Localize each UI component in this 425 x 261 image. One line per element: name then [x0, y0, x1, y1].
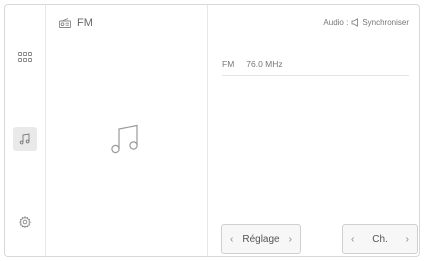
source-title: FM [77, 17, 93, 29]
chevron-left-icon: ‹ [351, 233, 355, 245]
screen-frame: FM Audio : Synchroniser FM 76.0 MHz ‹ Ré… [4, 4, 420, 257]
station-band: FM [222, 59, 235, 69]
side-rail [5, 5, 46, 256]
grid-icon [18, 52, 32, 62]
chevron-right-icon: › [405, 233, 409, 245]
chevron-left-icon: ‹ [230, 233, 234, 245]
audio-sync-control[interactable]: Audio : Synchroniser [323, 18, 409, 27]
apps-menu-button[interactable] [13, 45, 37, 69]
audio-label: Audio : [323, 18, 349, 27]
chevron-right-icon: › [288, 233, 292, 245]
radio-icon [59, 18, 71, 28]
station-frequency: 76.0 MHz [246, 59, 283, 69]
channel-button[interactable]: ‹ Ch. › [342, 224, 418, 254]
sync-label: Synchroniser [362, 18, 409, 27]
tune-label: Réglage [242, 233, 280, 245]
gear-icon [19, 216, 31, 228]
radio-detail-panel: Audio : Synchroniser FM 76.0 MHz ‹ Régla… [208, 5, 419, 256]
source-header: FM [59, 17, 93, 29]
music-note-icon [111, 124, 138, 154]
tune-button[interactable]: ‹ Réglage › [221, 224, 301, 254]
station-info-row: FM 76.0 MHz [222, 59, 409, 76]
channel-label: Ch. [372, 233, 388, 245]
speaker-icon [351, 18, 359, 27]
audio-menu-button[interactable] [13, 127, 37, 151]
settings-menu-button[interactable] [13, 210, 37, 234]
album-art-placeholder [110, 123, 142, 160]
now-playing-panel: FM [45, 5, 208, 256]
music-note-icon [19, 133, 30, 145]
